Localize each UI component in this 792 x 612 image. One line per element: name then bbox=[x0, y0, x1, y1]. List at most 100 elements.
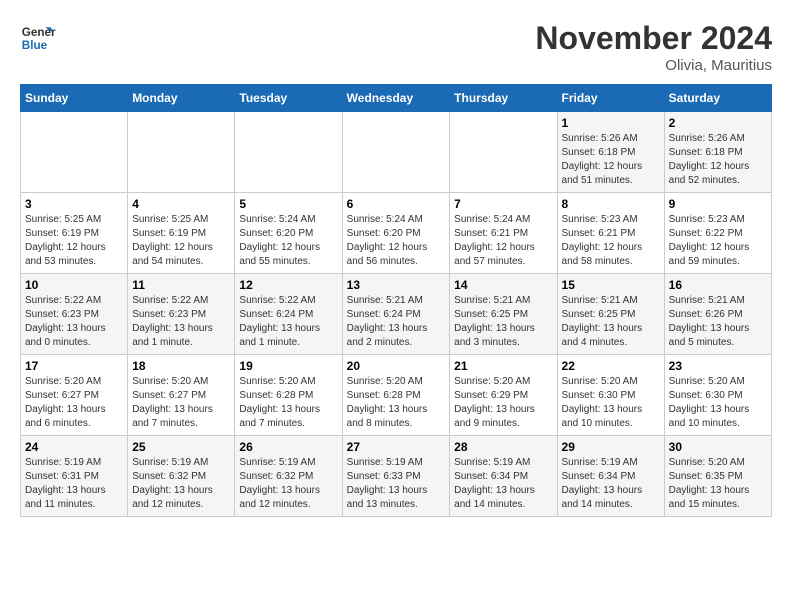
weekday-header: Sunday bbox=[21, 85, 128, 112]
day-number: 19 bbox=[239, 359, 337, 373]
calendar-cell: 22 Sunrise: 5:20 AM Sunset: 6:30 PM Dayli… bbox=[557, 355, 664, 436]
calendar-cell: 17 Sunrise: 5:20 AM Sunset: 6:27 PM Dayli… bbox=[21, 355, 128, 436]
day-info: Sunrise: 5:19 AM Sunset: 6:32 PM Dayligh… bbox=[239, 456, 337, 512]
weekday-header: Tuesday bbox=[235, 85, 342, 112]
day-info: Sunrise: 5:20 AM Sunset: 6:30 PM Dayligh… bbox=[562, 375, 660, 431]
day-number: 11 bbox=[132, 278, 230, 292]
calendar-cell bbox=[235, 112, 342, 193]
day-info: Sunrise: 5:24 AM Sunset: 6:20 PM Dayligh… bbox=[239, 213, 337, 269]
calendar-week-row: 10 Sunrise: 5:22 AM Sunset: 6:23 PM Dayli… bbox=[21, 274, 772, 355]
calendar-cell: 16Sunrise: 5:21 AM Sunset: 6:26 PM Dayli… bbox=[664, 274, 771, 355]
calendar-cell: 15 Sunrise: 5:21 AM Sunset: 6:25 PM Dayli… bbox=[557, 274, 664, 355]
page-header: General Blue November 2024 Olivia, Mauri… bbox=[20, 20, 772, 74]
calendar-cell: 4 Sunrise: 5:25 AM Sunset: 6:19 PM Daylig… bbox=[128, 193, 235, 274]
location: Olivia, Mauritius bbox=[535, 57, 772, 74]
calendar-cell: 21 Sunrise: 5:20 AM Sunset: 6:29 PM Dayli… bbox=[450, 355, 557, 436]
day-number: 1 bbox=[562, 116, 660, 130]
day-number: 28 bbox=[454, 440, 552, 454]
day-number: 16 bbox=[669, 278, 767, 292]
day-info: Sunrise: 5:25 AM Sunset: 6:19 PM Dayligh… bbox=[132, 213, 230, 269]
calendar-cell: 19 Sunrise: 5:20 AM Sunset: 6:28 PM Dayli… bbox=[235, 355, 342, 436]
calendar-cell: 14 Sunrise: 5:21 AM Sunset: 6:25 PM Dayli… bbox=[450, 274, 557, 355]
day-info: Sunrise: 5:22 AM Sunset: 6:23 PM Dayligh… bbox=[132, 294, 230, 350]
day-info: Sunrise: 5:20 AM Sunset: 6:28 PM Dayligh… bbox=[347, 375, 446, 431]
calendar-cell: 13Sunrise: 5:21 AM Sunset: 6:24 PM Dayli… bbox=[342, 274, 450, 355]
calendar-cell: 6 Sunrise: 5:24 AM Sunset: 6:20 PM Daylig… bbox=[342, 193, 450, 274]
day-info: Sunrise: 5:26 AM Sunset: 6:18 PM Dayligh… bbox=[669, 132, 767, 188]
day-info: Sunrise: 5:20 AM Sunset: 6:29 PM Dayligh… bbox=[454, 375, 552, 431]
day-number: 17 bbox=[25, 359, 123, 373]
day-number: 2 bbox=[669, 116, 767, 130]
day-number: 30 bbox=[669, 440, 767, 454]
day-number: 14 bbox=[454, 278, 552, 292]
day-number: 22 bbox=[562, 359, 660, 373]
day-number: 18 bbox=[132, 359, 230, 373]
day-info: Sunrise: 5:23 AM Sunset: 6:21 PM Dayligh… bbox=[562, 213, 660, 269]
calendar-cell: 2 Sunrise: 5:26 AM Sunset: 6:18 PM Daylig… bbox=[664, 112, 771, 193]
day-number: 6 bbox=[347, 197, 446, 211]
day-number: 21 bbox=[454, 359, 552, 373]
calendar-cell: 25 Sunrise: 5:19 AM Sunset: 6:32 PM Dayli… bbox=[128, 436, 235, 517]
day-info: Sunrise: 5:19 AM Sunset: 6:31 PM Dayligh… bbox=[25, 456, 123, 512]
logo: General Blue bbox=[20, 20, 56, 56]
calendar-table: SundayMondayTuesdayWednesdayThursdayFrid… bbox=[20, 84, 772, 517]
day-info: Sunrise: 5:22 AM Sunset: 6:24 PM Dayligh… bbox=[239, 294, 337, 350]
calendar-cell: 20 Sunrise: 5:20 AM Sunset: 6:28 PM Dayli… bbox=[342, 355, 450, 436]
day-info: Sunrise: 5:25 AM Sunset: 6:19 PM Dayligh… bbox=[25, 213, 123, 269]
day-number: 5 bbox=[239, 197, 337, 211]
day-info: Sunrise: 5:24 AM Sunset: 6:21 PM Dayligh… bbox=[454, 213, 552, 269]
day-number: 9 bbox=[669, 197, 767, 211]
day-number: 27 bbox=[347, 440, 446, 454]
day-info: Sunrise: 5:21 AM Sunset: 6:24 PM Dayligh… bbox=[347, 294, 446, 350]
day-number: 15 bbox=[562, 278, 660, 292]
calendar-cell: 5 Sunrise: 5:24 AM Sunset: 6:20 PM Daylig… bbox=[235, 193, 342, 274]
day-info: Sunrise: 5:22 AM Sunset: 6:23 PM Dayligh… bbox=[25, 294, 123, 350]
weekday-header: Thursday bbox=[450, 85, 557, 112]
day-info: Sunrise: 5:20 AM Sunset: 6:27 PM Dayligh… bbox=[132, 375, 230, 431]
day-number: 3 bbox=[25, 197, 123, 211]
calendar-cell bbox=[128, 112, 235, 193]
calendar-week-row: 17 Sunrise: 5:20 AM Sunset: 6:27 PM Dayli… bbox=[21, 355, 772, 436]
weekday-header: Friday bbox=[557, 85, 664, 112]
day-info: Sunrise: 5:20 AM Sunset: 6:30 PM Dayligh… bbox=[669, 375, 767, 431]
calendar-week-row: 24Sunrise: 5:19 AM Sunset: 6:31 PM Dayli… bbox=[21, 436, 772, 517]
calendar-cell: 1Sunrise: 5:26 AM Sunset: 6:18 PM Daylig… bbox=[557, 112, 664, 193]
day-info: Sunrise: 5:19 AM Sunset: 6:34 PM Dayligh… bbox=[562, 456, 660, 512]
day-number: 12 bbox=[239, 278, 337, 292]
calendar-week-row: 3 Sunrise: 5:25 AM Sunset: 6:19 PM Daylig… bbox=[21, 193, 772, 274]
calendar-cell bbox=[21, 112, 128, 193]
calendar-week-row: 1 Sunrise: 5:26 AM Sunset: 6:18 PM Daylig… bbox=[21, 112, 772, 193]
weekday-header: Monday bbox=[128, 85, 235, 112]
calendar-cell: 12 Sunrise: 5:22 AM Sunset: 6:24 PM Dayli… bbox=[235, 274, 342, 355]
day-info: Sunrise: 5:21 AM Sunset: 6:25 PM Dayligh… bbox=[562, 294, 660, 350]
calendar-cell: 24Sunrise: 5:19 AM Sunset: 6:31 PM Dayli… bbox=[21, 436, 128, 517]
calendar-cell: 8 Sunrise: 5:23 AM Sunset: 6:21 PM Daylig… bbox=[557, 193, 664, 274]
day-info: Sunrise: 5:19 AM Sunset: 6:33 PM Dayligh… bbox=[347, 456, 446, 512]
calendar-cell: 23Sunrise: 5:20 AM Sunset: 6:30 PM Dayli… bbox=[664, 355, 771, 436]
day-number: 29 bbox=[562, 440, 660, 454]
day-number: 8 bbox=[562, 197, 660, 211]
calendar-cell: 9 Sunrise: 5:23 AM Sunset: 6:22 PM Daylig… bbox=[664, 193, 771, 274]
calendar-cell: 30 Sunrise: 5:20 AM Sunset: 6:35 PM Dayli… bbox=[664, 436, 771, 517]
calendar-cell: 18 Sunrise: 5:20 AM Sunset: 6:27 PM Dayli… bbox=[128, 355, 235, 436]
weekday-header: Wednesday bbox=[342, 85, 450, 112]
day-info: Sunrise: 5:21 AM Sunset: 6:25 PM Dayligh… bbox=[454, 294, 552, 350]
day-number: 10 bbox=[25, 278, 123, 292]
calendar-cell: 26Sunrise: 5:19 AM Sunset: 6:32 PM Dayli… bbox=[235, 436, 342, 517]
day-info: Sunrise: 5:20 AM Sunset: 6:35 PM Dayligh… bbox=[669, 456, 767, 512]
day-number: 20 bbox=[347, 359, 446, 373]
day-info: Sunrise: 5:19 AM Sunset: 6:34 PM Dayligh… bbox=[454, 456, 552, 512]
day-info: Sunrise: 5:23 AM Sunset: 6:22 PM Dayligh… bbox=[669, 213, 767, 269]
day-info: Sunrise: 5:20 AM Sunset: 6:27 PM Dayligh… bbox=[25, 375, 123, 431]
month-title: November 2024 bbox=[535, 20, 772, 57]
day-number: 4 bbox=[132, 197, 230, 211]
calendar-cell bbox=[450, 112, 557, 193]
title-block: November 2024 Olivia, Mauritius bbox=[535, 20, 772, 74]
calendar-cell: 29 Sunrise: 5:19 AM Sunset: 6:34 PM Dayli… bbox=[557, 436, 664, 517]
day-info: Sunrise: 5:24 AM Sunset: 6:20 PM Dayligh… bbox=[347, 213, 446, 269]
day-info: Sunrise: 5:19 AM Sunset: 6:32 PM Dayligh… bbox=[132, 456, 230, 512]
svg-text:Blue: Blue bbox=[22, 39, 48, 52]
day-info: Sunrise: 5:20 AM Sunset: 6:28 PM Dayligh… bbox=[239, 375, 337, 431]
day-number: 25 bbox=[132, 440, 230, 454]
calendar-cell: 3 Sunrise: 5:25 AM Sunset: 6:19 PM Daylig… bbox=[21, 193, 128, 274]
